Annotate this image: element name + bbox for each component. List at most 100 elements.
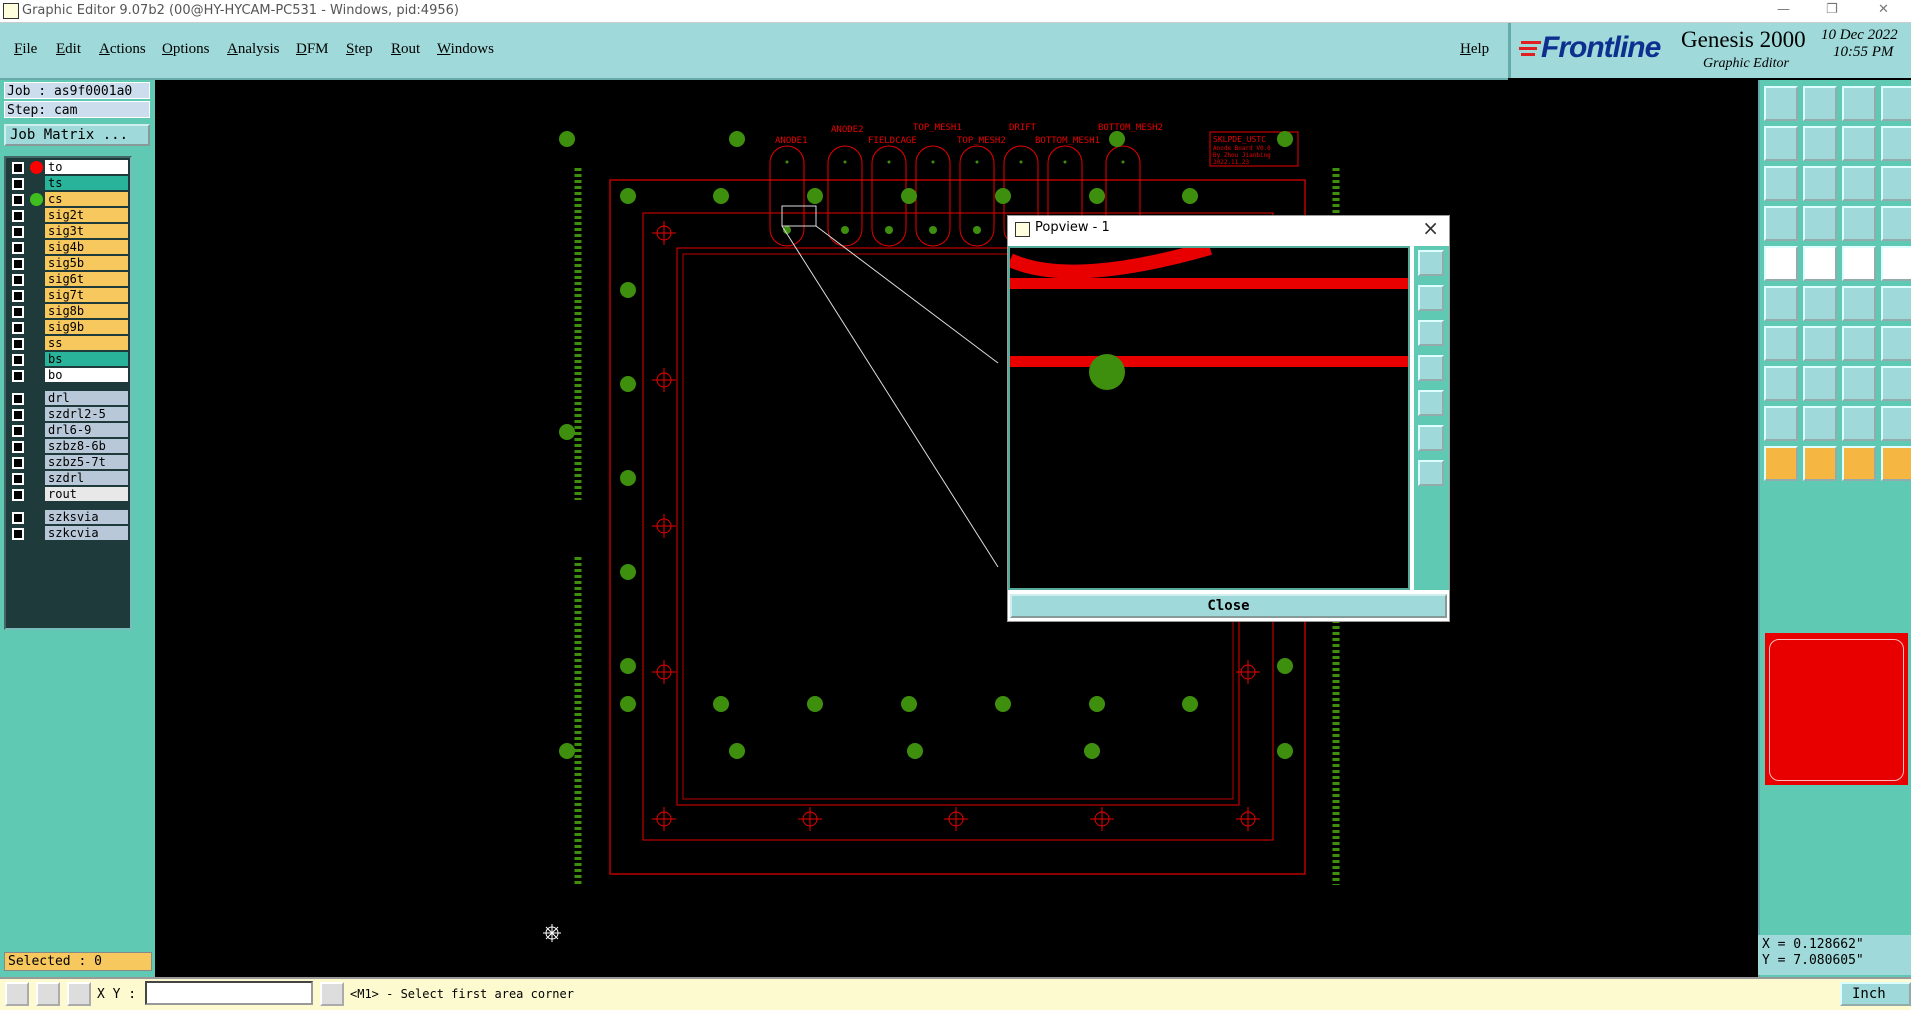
minimize-icon[interactable]: — xyxy=(1777,2,1790,17)
outline2-icon[interactable] xyxy=(1881,406,1911,441)
net-select-icon[interactable] xyxy=(1881,446,1911,481)
select-area-icon[interactable] xyxy=(1803,446,1837,481)
layer-name[interactable]: sig6t xyxy=(45,272,128,286)
units-selector[interactable]: Inch xyxy=(1840,982,1911,1006)
layer-name[interactable]: bs xyxy=(45,352,128,366)
layer-checkbox[interactable] xyxy=(12,512,24,524)
place-icon[interactable] xyxy=(1764,366,1798,401)
layer-row-szksvia[interactable]: szksvia xyxy=(8,510,128,525)
layer-row-sig6t[interactable]: sig6t xyxy=(8,272,128,287)
layer-name[interactable]: szbz5-7t xyxy=(45,455,128,469)
popview-close-button[interactable]: Close xyxy=(1010,594,1447,618)
layer-name[interactable]: to xyxy=(45,160,128,174)
text-icon[interactable] xyxy=(1881,326,1911,361)
menu-edit[interactable]: Edit xyxy=(56,41,81,58)
layer-row-drl[interactable]: drl xyxy=(8,391,128,406)
step-icon[interactable] xyxy=(1881,126,1911,161)
slope-icon[interactable] xyxy=(1803,326,1837,361)
layer-checkbox[interactable] xyxy=(12,258,24,270)
layer-row-bo[interactable]: bo xyxy=(8,368,128,383)
flip-icon[interactable] xyxy=(1842,126,1876,161)
layer-row-ss[interactable]: ss xyxy=(8,336,128,351)
route-icon[interactable] xyxy=(1881,206,1911,241)
layer-checkbox[interactable] xyxy=(12,370,24,382)
restore-icon[interactable]: ❐ xyxy=(1826,2,1838,17)
layer-checkbox[interactable] xyxy=(12,194,24,206)
a-shape-icon[interactable] xyxy=(1803,406,1837,441)
scale-icon[interactable] xyxy=(1842,166,1876,201)
layer-row-szkcvia[interactable]: szkcvia xyxy=(8,526,128,541)
symbol-icon[interactable] xyxy=(1881,366,1911,401)
layer-name[interactable]: drl6-9 xyxy=(45,423,128,437)
info-icon[interactable] xyxy=(320,982,344,1006)
select-pointer-icon[interactable] xyxy=(1764,446,1798,481)
help-icon[interactable] xyxy=(1881,166,1911,201)
arc-icon[interactable] xyxy=(1842,326,1876,361)
layer-row-drl6-9[interactable]: drl6-9 xyxy=(8,423,128,438)
layer-name[interactable]: szbz8-6b xyxy=(45,439,128,453)
popview-pan-right-icon[interactable] xyxy=(1418,390,1444,416)
layer-name[interactable]: drl xyxy=(45,391,128,405)
layer-row-szdrl[interactable]: szdrl xyxy=(8,471,128,486)
popview-zoom-icon[interactable] xyxy=(1418,250,1444,276)
popview-close-icon[interactable]: × xyxy=(1422,216,1439,240)
layer-row-szdrl2-5[interactable]: szdrl2-5 xyxy=(8,407,128,422)
layer-name[interactable]: sig4b xyxy=(45,240,128,254)
layer-row-sig5b[interactable]: sig5b xyxy=(8,256,128,271)
menu-step[interactable]: Step xyxy=(346,41,373,58)
layer-checkbox[interactable] xyxy=(12,441,24,453)
popview-zoom-out-icon[interactable] xyxy=(1418,460,1444,486)
pad-icon[interactable] xyxy=(1842,206,1876,241)
layer-name[interactable]: szdrl xyxy=(45,471,128,485)
layer-name[interactable]: sig8b xyxy=(45,304,128,318)
layer-name[interactable]: cs xyxy=(45,192,128,206)
layer-row-to[interactable]: to xyxy=(8,160,128,175)
popview-pan-up-icon[interactable] xyxy=(1418,285,1444,311)
layer-checkbox[interactable] xyxy=(12,425,24,437)
layer-checkbox[interactable] xyxy=(12,354,24,366)
layer-checkbox[interactable] xyxy=(12,210,24,222)
layer-row-sig7t[interactable]: sig7t xyxy=(8,288,128,303)
line-icon[interactable] xyxy=(1803,366,1837,401)
menu-dfm[interactable]: DFM xyxy=(296,41,329,58)
layer-name[interactable]: sig9b xyxy=(45,320,128,334)
layer-name[interactable]: sig7t xyxy=(45,288,128,302)
menu-options[interactable]: Options xyxy=(162,41,210,58)
circle-fill-icon[interactable] xyxy=(1881,246,1911,281)
popview-canvas[interactable] xyxy=(1007,241,1410,590)
xy-input[interactable] xyxy=(145,981,313,1005)
ruler-icon[interactable] xyxy=(1842,246,1876,281)
layer-name[interactable]: sig3t xyxy=(45,224,128,238)
layer-checkbox[interactable] xyxy=(12,338,24,350)
measure-icon[interactable] xyxy=(36,982,60,1006)
layer-checkbox[interactable] xyxy=(12,226,24,238)
layer-row-rout[interactable]: rout xyxy=(8,487,128,502)
layer-row-bs[interactable]: bs xyxy=(8,352,128,367)
select-feature-icon[interactable] xyxy=(1842,446,1876,481)
layer-row-cs[interactable]: cs xyxy=(8,192,128,207)
layer-row-sig9b[interactable]: sig9b xyxy=(8,320,128,335)
popview-pan-left-icon[interactable] xyxy=(1418,355,1444,381)
edge-icon[interactable] xyxy=(1764,326,1798,361)
home-icon[interactable] xyxy=(1842,86,1876,121)
layer-checkbox[interactable] xyxy=(12,457,24,469)
connect-icon[interactable] xyxy=(1764,286,1798,321)
layer-checkbox[interactable] xyxy=(12,473,24,485)
job-matrix-button[interactable]: Job Matrix ... xyxy=(4,124,150,146)
layer-name[interactable]: ts xyxy=(45,176,128,190)
layer-checkbox[interactable] xyxy=(12,322,24,334)
pan-left-icon[interactable] xyxy=(1764,126,1798,161)
measure-tool-icon[interactable] xyxy=(1803,246,1837,281)
layer-checkbox[interactable] xyxy=(12,274,24,286)
menu-file[interactable]: File xyxy=(14,41,37,58)
layer-name[interactable]: szdrl2-5 xyxy=(45,407,128,421)
layer-row-szbz5-7t[interactable]: szbz5-7t xyxy=(8,455,128,470)
triangle-icon[interactable] xyxy=(1764,406,1798,441)
layer-row-szbz8-6b[interactable]: szbz8-6b xyxy=(8,439,128,454)
menu-actions[interactable]: Actions xyxy=(99,41,146,58)
zoom-fit-icon[interactable] xyxy=(1803,166,1837,201)
layer-checkbox[interactable] xyxy=(12,409,24,421)
menu-rout[interactable]: Rout xyxy=(391,41,420,58)
dimension-icon[interactable] xyxy=(1842,366,1876,401)
layer-row-sig2t[interactable]: sig2t xyxy=(8,208,128,223)
